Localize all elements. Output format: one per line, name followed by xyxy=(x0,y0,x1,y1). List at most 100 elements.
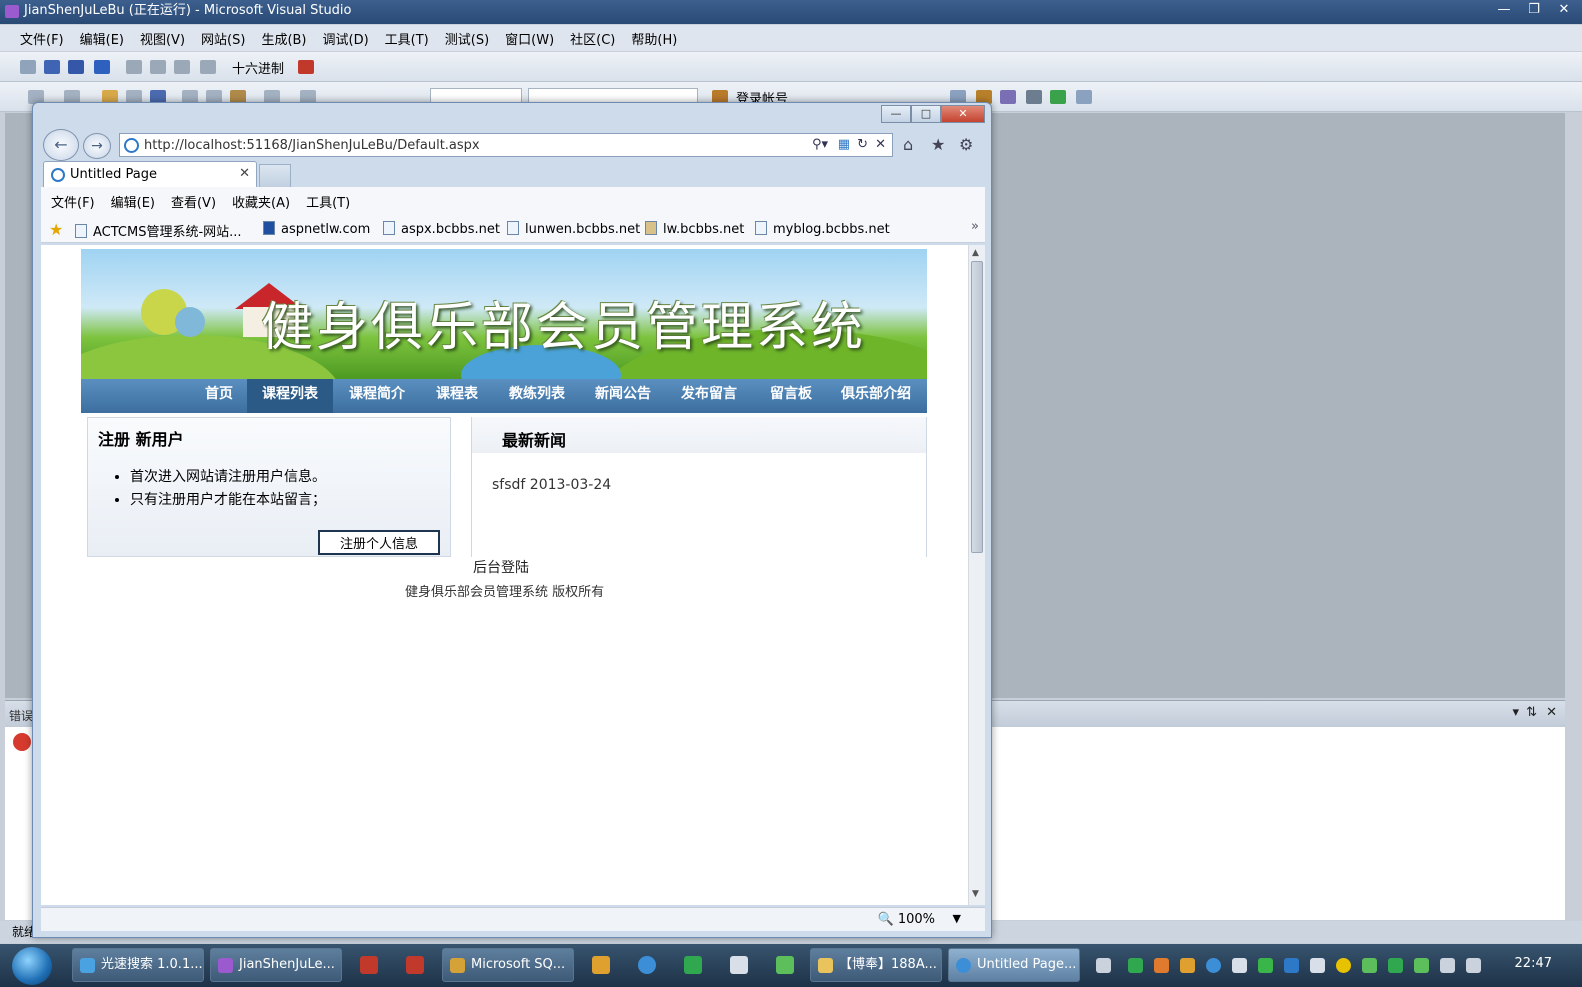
tray-app-icon[interactable] xyxy=(1232,958,1247,973)
app-icon[interactable] xyxy=(776,956,794,974)
forward-button[interactable]: → xyxy=(83,133,111,159)
panel-pin-icon[interactable]: ⇅ xyxy=(1526,705,1537,720)
vs-close-button[interactable]: ✕ xyxy=(1550,0,1578,20)
fav-link-aspnetlw[interactable]: aspnetlw.com xyxy=(263,221,370,237)
nav-home[interactable]: 首页 xyxy=(197,379,241,413)
vs-minimize-button[interactable]: — xyxy=(1490,0,1518,20)
nav-message-board[interactable]: 留言板 xyxy=(761,379,821,413)
fav-link-lw[interactable]: lw.bcbbs.net xyxy=(645,221,744,237)
vs-title-bar[interactable]: JianShenJuLeBu (正在运行) - Microsoft Visual… xyxy=(0,0,1582,24)
vs-menu-view[interactable]: 视图(V) xyxy=(132,29,193,48)
hex-toggle-button[interactable]: 十六进制 xyxy=(232,58,284,77)
stop-icon[interactable] xyxy=(68,60,84,74)
windows-icon[interactable] xyxy=(1076,90,1092,104)
network-icon[interactable] xyxy=(1466,958,1481,973)
app-icon[interactable] xyxy=(406,956,424,974)
ie-minimize-button[interactable]: — xyxy=(881,105,911,123)
nav-coach-list[interactable]: 教练列表 xyxy=(499,379,575,413)
shield-icon[interactable] xyxy=(1388,958,1403,973)
breakpoints-icon[interactable] xyxy=(298,60,314,74)
vs-menu-community[interactable]: 社区(C) xyxy=(562,29,623,48)
tray-app-icon[interactable] xyxy=(1258,958,1273,973)
app-icon[interactable] xyxy=(360,956,378,974)
refresh-icon[interactable]: ↻ xyxy=(857,137,868,152)
back-button[interactable]: ← xyxy=(43,129,79,161)
task-search[interactable]: 光速搜索 1.0.1... xyxy=(72,948,204,982)
tray-app-icon[interactable] xyxy=(1154,958,1169,973)
restart-icon[interactable] xyxy=(94,60,110,74)
app-icon[interactable] xyxy=(684,956,702,974)
tray-app-icon[interactable] xyxy=(1414,958,1429,973)
favorites-star-icon[interactable]: ★ xyxy=(931,135,945,154)
start-button[interactable] xyxy=(12,947,52,985)
scroll-up-icon[interactable]: ▲ xyxy=(972,248,979,258)
admin-login-link[interactable]: 后台登陆 xyxy=(473,557,529,577)
volume-icon[interactable] xyxy=(1440,958,1455,973)
start-page-icon[interactable] xyxy=(1050,90,1066,104)
stop-loading-icon[interactable]: ✕ xyxy=(875,137,886,152)
tray-app-icon[interactable] xyxy=(1336,958,1351,973)
scroll-down-icon[interactable]: ▼ xyxy=(972,889,979,899)
nav-club-intro[interactable]: 俱乐部介绍 xyxy=(833,379,919,413)
panel-dropdown-icon[interactable]: ▾ xyxy=(1512,705,1519,720)
register-button[interactable]: 注册个人信息 xyxy=(318,530,440,555)
panel-close-icon[interactable]: ✕ xyxy=(1546,705,1557,720)
vs-menu-debug[interactable]: 调试(D) xyxy=(315,29,377,48)
vs-menu-window[interactable]: 窗口(W) xyxy=(497,29,562,48)
fav-link-aspx[interactable]: aspx.bcbbs.net xyxy=(383,221,500,237)
fav-link-lunwen[interactable]: lunwen.bcbbs.net xyxy=(507,221,640,237)
ie-maximize-button[interactable]: □ xyxy=(911,105,941,123)
task-visual-studio[interactable]: JianShenJuLe... xyxy=(210,948,342,982)
tray-app-icon[interactable] xyxy=(1206,958,1221,973)
task-untitled-page[interactable]: Untitled Page... xyxy=(948,948,1080,982)
tray-app-icon[interactable] xyxy=(1284,958,1299,973)
nav-schedule[interactable]: 课程表 xyxy=(427,379,487,413)
vs-menu-build[interactable]: 生成(B) xyxy=(253,29,314,48)
step-out-icon[interactable] xyxy=(200,60,216,74)
settings-gear-icon[interactable]: ⚙ xyxy=(959,135,973,154)
tray-app-icon[interactable] xyxy=(1310,958,1325,973)
nav-post-message[interactable]: 发布留言 xyxy=(671,379,747,413)
nav-news[interactable]: 新闻公告 xyxy=(585,379,661,413)
ie-menu-tools[interactable]: 工具(T) xyxy=(298,192,358,211)
keyboard-icon[interactable] xyxy=(1096,958,1111,973)
fav-link-myblog[interactable]: myblog.bcbbs.net xyxy=(755,221,890,237)
browser-icon[interactable] xyxy=(638,956,656,974)
favorites-overflow-icon[interactable]: » xyxy=(971,219,979,234)
ie-menu-file[interactable]: 文件(F) xyxy=(43,192,103,211)
object-browser-icon[interactable] xyxy=(1000,90,1016,104)
taskbar-clock[interactable]: 22:47 xyxy=(1515,956,1552,971)
app-icon[interactable] xyxy=(730,956,748,974)
vertical-scrollbar[interactable]: ▲ ▼ xyxy=(968,245,985,905)
ie-close-button[interactable]: ✕ xyxy=(941,105,985,123)
ie-menu-favorites[interactable]: 收藏夹(A) xyxy=(224,192,298,211)
fav-link-actcms[interactable]: ACTCMS管理系统-网站... xyxy=(75,221,242,240)
scrollbar-thumb[interactable] xyxy=(971,261,983,553)
nav-course-list[interactable]: 课程列表 xyxy=(247,379,333,413)
address-text[interactable]: http://localhost:51168/JianShenJuLeBu/De… xyxy=(144,138,480,153)
nav-course-intro[interactable]: 课程简介 xyxy=(339,379,415,413)
task-folder[interactable]: 【博奉】188A... xyxy=(810,948,942,982)
error-icon[interactable] xyxy=(13,733,31,751)
vs-menu-help[interactable]: 帮助(H) xyxy=(623,29,685,48)
pause-icon[interactable] xyxy=(44,60,60,74)
show-next-statement-icon[interactable] xyxy=(126,60,142,74)
zoom-dropdown-icon[interactable]: ▼ xyxy=(953,912,961,925)
qq-icon[interactable] xyxy=(592,956,610,974)
task-sql-server[interactable]: Microsoft SQ... xyxy=(442,948,574,982)
home-icon[interactable]: ⌂ xyxy=(903,135,913,154)
vs-menu-tools[interactable]: 工具(T) xyxy=(377,29,437,48)
step-over-icon[interactable] xyxy=(174,60,190,74)
vs-restore-button[interactable]: ❐ xyxy=(1520,0,1548,20)
vs-menu-website[interactable]: 网站(S) xyxy=(193,29,253,48)
vs-menu-test[interactable]: 测试(S) xyxy=(437,29,497,48)
search-icon[interactable]: ⚲▾ xyxy=(812,137,828,152)
zoom-level[interactable]: 🔍 100% xyxy=(878,912,936,927)
compatibility-view-icon[interactable]: ▦ xyxy=(838,137,850,152)
ie-menu-view[interactable]: 查看(V) xyxy=(163,192,224,211)
toolbox-icon[interactable] xyxy=(1026,90,1042,104)
continue-icon[interactable] xyxy=(20,60,36,74)
vs-menu-edit[interactable]: 编辑(E) xyxy=(72,29,132,48)
tray-app-icon[interactable] xyxy=(1128,958,1143,973)
news-item[interactable]: sfsdf 2013-03-24 xyxy=(492,477,611,493)
